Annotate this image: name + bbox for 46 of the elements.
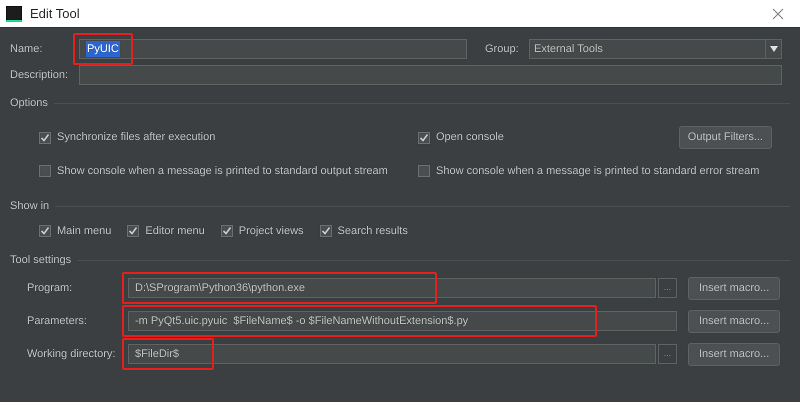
checkbox[interactable] (418, 165, 430, 178)
checkbox[interactable] (220, 224, 233, 237)
checkbox[interactable] (418, 132, 430, 144)
insert-macro-button[interactable]: Insert macro... (688, 342, 780, 366)
browse-button[interactable]: ... (658, 344, 677, 364)
field-label: Group: (485, 42, 520, 57)
checkbox-label: Synchronize files after execution (57, 130, 216, 146)
output-filters-button[interactable]: Output Filters... (678, 126, 772, 149)
insert-macro-button[interactable]: Insert macro... (688, 310, 780, 332)
group-dropdown[interactable]: External Tools (529, 39, 782, 59)
field-value: D:\SProgram\Python36\python.exe (135, 280, 305, 296)
name-field[interactable]: PyUIC (79, 39, 467, 59)
field-value: -m PyQt5.uic.pyuic $FileName$ -o $FileNameWithoutExtension$.py (135, 314, 468, 329)
text-field[interactable]: $FileDir$ (128, 344, 656, 364)
checkbox-label: Show console when a message is printed to standard error stream (436, 164, 760, 179)
checkbox-label: Main menu (57, 224, 112, 238)
field-label: Description: (10, 68, 70, 83)
checkbox-label: Open console (436, 130, 504, 146)
app-logo-icon (6, 6, 22, 22)
checkbox[interactable] (39, 224, 51, 237)
field-value: $FileDir$ (135, 346, 180, 362)
section-title: Tool settings (10, 252, 72, 268)
description-field[interactable] (79, 65, 782, 85)
section-title: Show in (10, 199, 50, 214)
checkbox-label: Editor menu (145, 224, 205, 238)
close-icon[interactable] (772, 8, 784, 20)
section-title: Options (10, 96, 48, 111)
checkbox[interactable] (39, 165, 51, 178)
dropdown-arrow-icon (770, 46, 778, 52)
checkbox[interactable] (127, 224, 140, 237)
browse-button[interactable]: ... (658, 278, 677, 298)
field-label: Program: (27, 280, 74, 296)
window-title: Edit Tool (30, 4, 80, 23)
dropdown-value: External Tools (534, 42, 604, 57)
checkbox[interactable] (39, 132, 51, 144)
text-field[interactable]: D:\SProgram\Python36\python.exe (128, 278, 656, 298)
text-field[interactable]: -m PyQt5.uic.pyuic $FileName$ -o $FileNameWithoutExtension$.py (128, 311, 677, 331)
checkbox-label: Project views (238, 224, 304, 238)
checkbox-label: Search results (338, 224, 408, 238)
field-value: PyUIC (86, 40, 120, 58)
checkbox-label: Show console when a message is printed to standard output stream (57, 164, 388, 179)
field-label: Name: (10, 42, 44, 57)
field-label: Parameters: (27, 314, 88, 329)
field-label: Working directory: (27, 346, 116, 362)
insert-macro-button[interactable]: Insert macro... (688, 276, 780, 300)
checkbox[interactable] (320, 224, 332, 237)
